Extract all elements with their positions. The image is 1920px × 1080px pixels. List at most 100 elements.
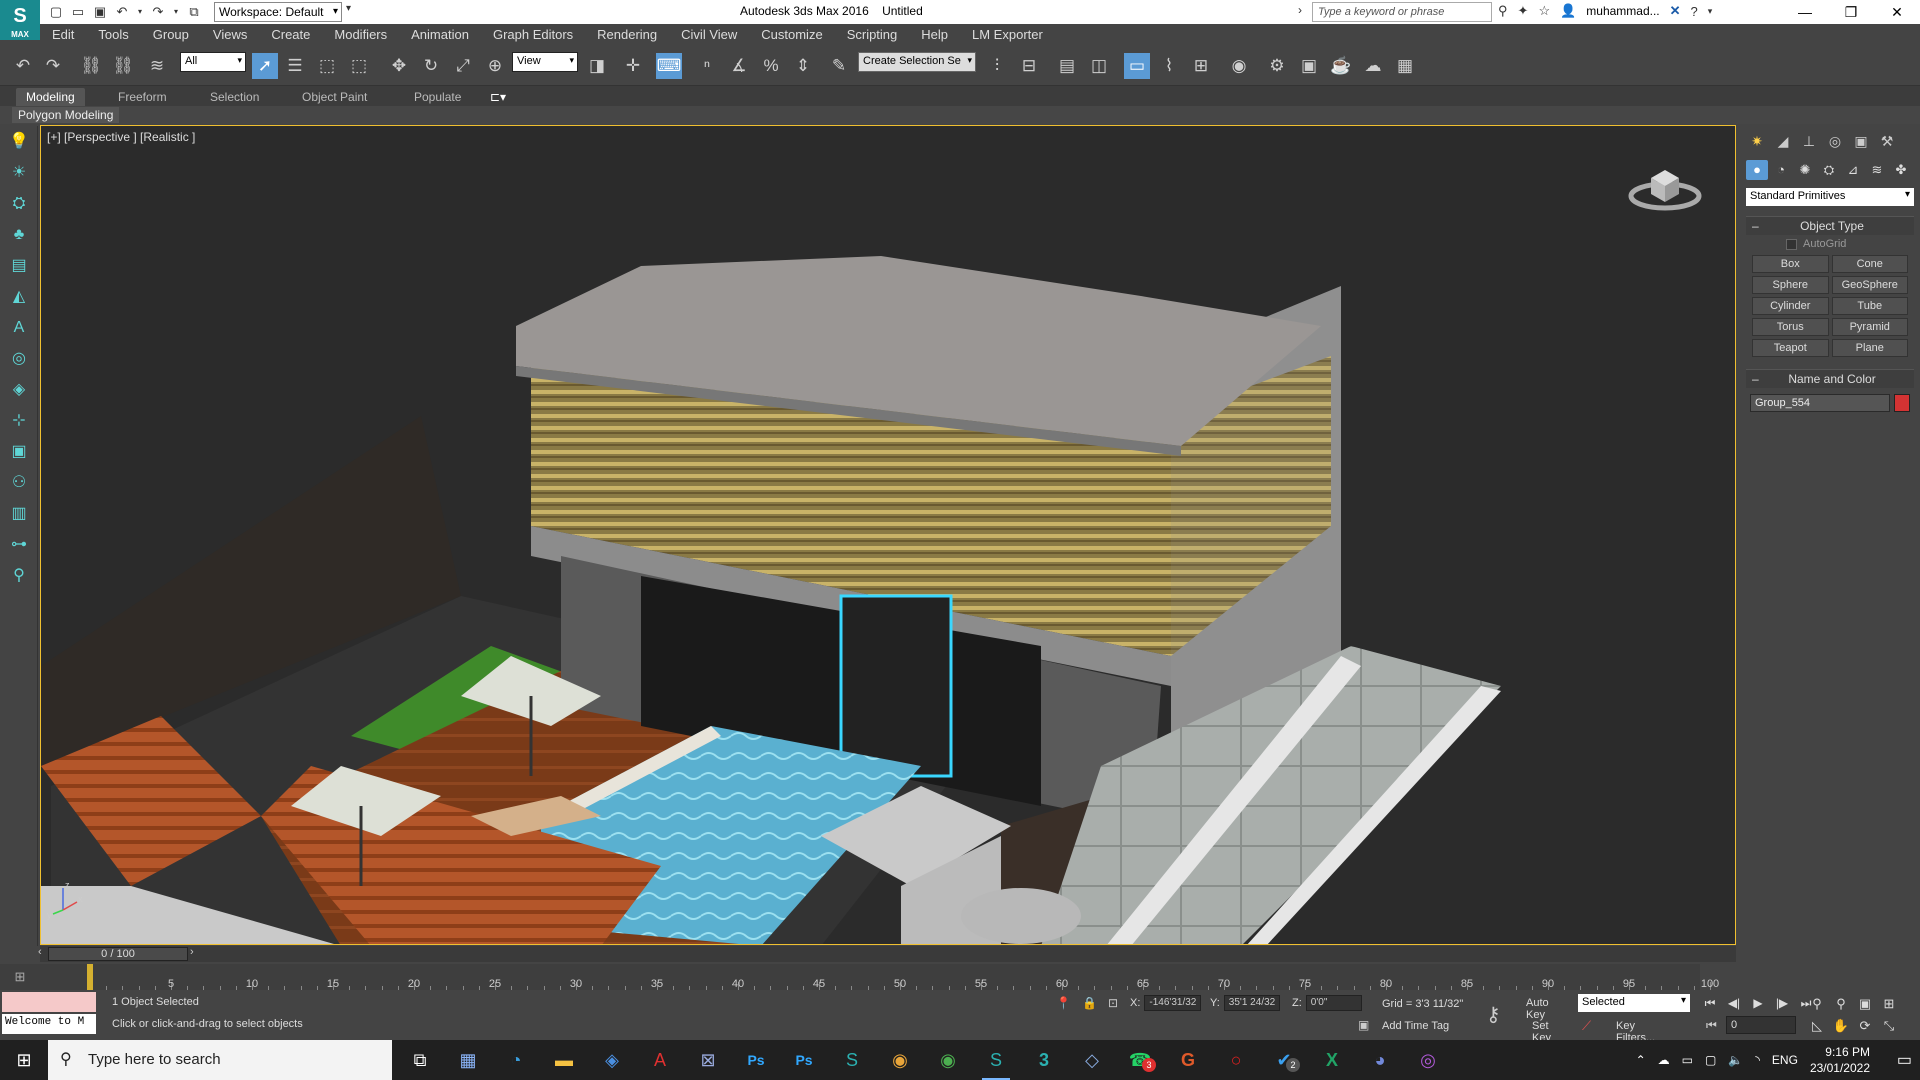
helper-icon[interactable]: ⚲ <box>0 560 38 591</box>
volume-icon[interactable]: 🔈 <box>1728 1053 1743 1067</box>
render-setup-icon[interactable]: ⚙ <box>1264 53 1290 79</box>
select-and-move-icon[interactable]: ✥ <box>386 53 412 79</box>
sphere-button[interactable]: Sphere <box>1752 276 1829 294</box>
vscode-icon[interactable]: ✔ 2 <box>1260 1040 1308 1080</box>
time-slider[interactable]: ‹ 0 / 100 › <box>38 946 1736 962</box>
a360-gallery-icon[interactable]: ▦ <box>1392 53 1418 79</box>
select-and-scale-icon[interactable]: ⤢ <box>450 53 476 79</box>
group-icon[interactable]: ⚇ <box>0 467 38 498</box>
helpers-category-icon[interactable]: ⊿ <box>1842 160 1864 180</box>
display-tab-icon[interactable]: ▣ <box>1850 130 1872 152</box>
x-coord-field[interactable]: -146'31/32 <box>1144 995 1202 1011</box>
material-editor-icon[interactable]: ◉ <box>1226 53 1252 79</box>
y-coord-field[interactable]: 35'1 24/32 <box>1223 995 1281 1011</box>
app-logo-button[interactable]: S MAX <box>0 0 40 40</box>
panel-icon[interactable]: ▥ <box>0 498 38 529</box>
polygon-modeling-panel[interactable]: Polygon Modeling <box>12 107 120 123</box>
align-icon[interactable]: ⊟ <box>1016 53 1042 79</box>
wifi-icon[interactable]: ◝ <box>1755 1053 1760 1067</box>
taskbar-search-box[interactable]: ⚲ Type here to search <box>48 1040 392 1080</box>
select-and-manipulate-icon[interactable]: ✛ <box>620 53 646 79</box>
select-by-name-icon[interactable]: ☰ <box>282 53 308 79</box>
binoculars-icon[interactable]: ⚲ <box>1498 3 1508 19</box>
viewcube-icon[interactable] <box>1625 156 1705 216</box>
menu-graph-editors[interactable]: Graph Editors <box>481 27 585 42</box>
go-to-start-icon[interactable]: ⏮ <box>1700 994 1720 1012</box>
chrome-icon-1[interactable]: ◉ <box>876 1040 924 1080</box>
menu-animation[interactable]: Animation <box>399 27 481 42</box>
torus-button[interactable]: Torus <box>1752 318 1829 336</box>
field-of-view-icon[interactable]: ◺ <box>1806 1016 1828 1036</box>
auto-key-button[interactable]: Auto Key <box>1526 997 1549 1021</box>
link-icon[interactable]: ⊶ <box>0 529 38 560</box>
podcast-icon[interactable]: ◎ <box>1404 1040 1452 1080</box>
menu-lm-exporter[interactable]: LM Exporter <box>960 27 1055 42</box>
cameras-category-icon[interactable]: ⛭ <box>1818 160 1840 180</box>
menu-edit[interactable]: Edit <box>40 27 86 42</box>
track-bar[interactable]: 5 10 15 20 25 30 35 40 45 50 55 60 65 70 75 80 85 90 95 100 <box>40 964 1719 990</box>
sketchup-icon[interactable]: ◈ <box>588 1040 636 1080</box>
key-curve-icon[interactable]: ⟋ <box>1582 1018 1591 1034</box>
teapot-button[interactable]: Teapot <box>1752 339 1829 357</box>
rendered-frame-window-icon[interactable]: ▣ <box>1296 53 1322 79</box>
select-object-icon[interactable]: ➚ <box>252 53 278 79</box>
tube-button[interactable]: Tube <box>1831 297 1908 315</box>
zoom-icon[interactable]: ⚲ <box>1806 994 1828 1014</box>
redo-dropdown-icon[interactable]: ▾ <box>172 4 180 20</box>
redo-icon[interactable]: ↷ <box>40 53 66 79</box>
rectangular-selection-icon[interactable]: ⬚ <box>314 53 340 79</box>
menu-civil-view[interactable]: Civil View <box>669 27 749 42</box>
absolute-mode-icon[interactable]: ⊡ <box>1108 996 1118 1010</box>
help-dropdown-icon[interactable]: ▾ <box>1708 6 1713 17</box>
z-coord-field[interactable]: 0'0" <box>1305 995 1362 1011</box>
undo-icon[interactable]: ↶ <box>114 4 130 20</box>
tab-freeform[interactable]: Freeform <box>108 88 177 106</box>
object-type-title[interactable]: Object Type <box>1746 217 1914 235</box>
tab-modeling[interactable]: Modeling <box>16 88 85 106</box>
autodesk-exchange-icon[interactable]: ✕ <box>1670 3 1681 19</box>
current-frame-marker[interactable] <box>87 964 93 990</box>
geometry-category-icon[interactable]: ● <box>1746 160 1768 180</box>
redo-icon[interactable]: ↷ <box>150 4 166 20</box>
unlink-selection-icon[interactable]: ⛓ <box>110 53 136 79</box>
select-and-place-icon[interactable]: ⊕ <box>482 53 508 79</box>
project-folder-icon[interactable]: ⧉ <box>186 4 202 20</box>
key-mode-dropdown[interactable]: Selected <box>1578 994 1690 1012</box>
toggle-ribbon-icon[interactable]: ▭ <box>1124 53 1150 79</box>
named-selection-dropdown[interactable]: Create Selection Se <box>858 52 976 72</box>
ribbon-toggle-icon[interactable]: ⊏▾ <box>480 88 516 106</box>
photoshop-icon-1[interactable]: Ps <box>732 1040 780 1080</box>
menu-rendering[interactable]: Rendering <box>585 27 669 42</box>
menu-customize[interactable]: Customize <box>749 27 834 42</box>
maximize-viewport-icon[interactable]: ⤡ <box>1878 1016 1900 1036</box>
create-tab-icon[interactable]: ✷ <box>1746 130 1768 152</box>
primitive-category-dropdown[interactable]: Standard Primitives <box>1746 188 1914 206</box>
next-frame-icon[interactable]: |▶ <box>1772 994 1792 1012</box>
render-in-cloud-icon[interactable]: ☁ <box>1360 53 1386 79</box>
menu-modifiers[interactable]: Modifiers <box>322 27 399 42</box>
transform-icon[interactable]: ⊹ <box>0 405 38 436</box>
geosphere-button[interactable]: GeoSphere <box>1831 276 1908 294</box>
orbit-icon[interactable]: ◎ <box>0 343 38 374</box>
tree-icon[interactable]: ♣ <box>0 219 38 250</box>
utilities-tab-icon[interactable]: ⚒ <box>1876 130 1898 152</box>
taskbar-clock[interactable]: 9:16 PM 23/01/2022 <box>1810 1044 1870 1076</box>
space-warps-category-icon[interactable]: ≋ <box>1866 160 1888 180</box>
percent-snap-icon[interactable]: % <box>758 53 784 79</box>
name-color-title[interactable]: Name and Color <box>1746 370 1914 388</box>
battery-icon[interactable]: ▭ <box>1682 1053 1693 1067</box>
spinner-snap-icon[interactable]: ⇕ <box>790 53 816 79</box>
new-file-icon[interactable]: ▢ <box>48 4 64 20</box>
play-icon[interactable]: ▶ <box>1748 994 1768 1012</box>
discord-icon[interactable]: ◕ <box>1356 1040 1404 1080</box>
curve-editor-icon[interactable]: ⌇ <box>1156 53 1182 79</box>
task-view-icon[interactable]: ⧉ <box>396 1040 444 1080</box>
favorites-star-icon[interactable]: ☆ <box>1538 3 1550 19</box>
photoshop-icon-2[interactable]: Ps <box>780 1040 828 1080</box>
render-production-icon[interactable]: ☕ <box>1328 53 1354 79</box>
sun-icon[interactable]: ☀ <box>0 157 38 188</box>
cylinder-button[interactable]: Cylinder <box>1752 297 1829 315</box>
modify-tab-icon[interactable]: ◢ <box>1772 130 1794 152</box>
cone-button[interactable]: Cone <box>1831 255 1908 273</box>
layout-icon[interactable]: ▣ <box>0 436 38 467</box>
